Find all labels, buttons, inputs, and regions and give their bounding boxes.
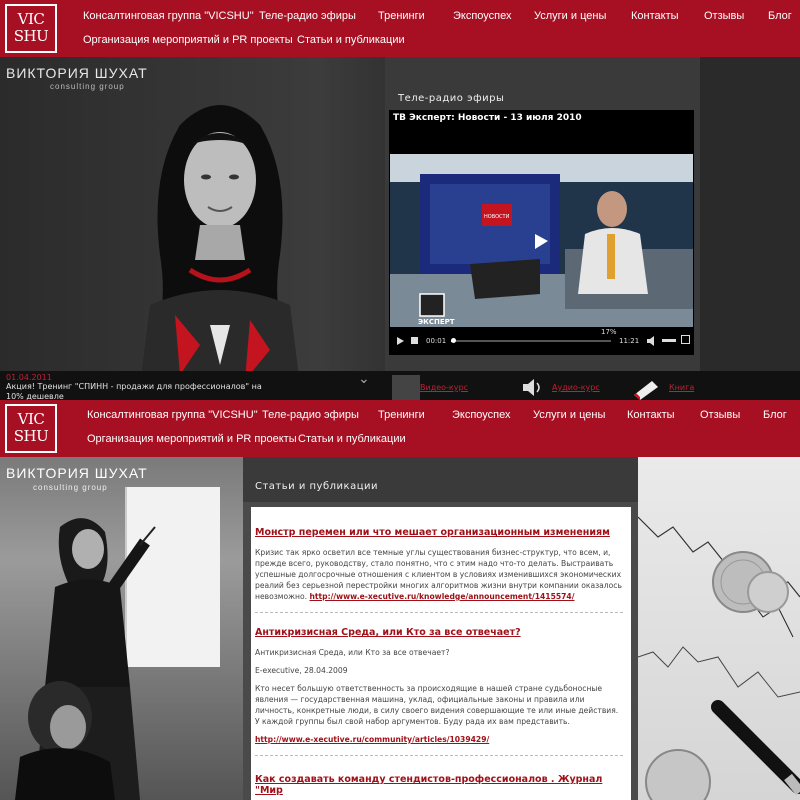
volume-icon[interactable] (647, 336, 657, 346)
article-text: Антикризисная Среда, или Кто за все отве… (255, 648, 450, 657)
hero-section: ВИКТОРИЯ ШУХАТ consulting group Теле-рад… (0, 57, 800, 400)
articles-list: Монстр перемен или что мешает организаци… (251, 507, 631, 800)
stop-icon[interactable] (411, 337, 418, 344)
article-source: E-executive, 28.04.2009 (255, 666, 348, 675)
menu-item-trainings[interactable]: Тренинги (378, 10, 425, 22)
menu-item-expo[interactable]: Экспоуспех (453, 10, 512, 22)
content-header (243, 457, 638, 502)
article-item: Антикризисная Среда, или Кто за все отве… (255, 627, 623, 756)
menu-item-blog[interactable]: Блог (763, 409, 787, 421)
bottom-nav-bar: VIC SHU Консалтинговая группа "VICSHU" Т… (0, 400, 800, 457)
news-screen-label: НОВОСТИ (484, 214, 510, 220)
logo-line-1: VIC (17, 410, 45, 428)
brand-name: ВИКТОРИЯ ШУХАТ (6, 465, 148, 481)
article-divider (255, 755, 623, 756)
menu-item-consulting-group[interactable]: Консалтинговая группа "VICSHU" (83, 10, 254, 22)
brand-subtitle: consulting group (50, 82, 125, 91)
menu-item-contacts[interactable]: Контакты (631, 10, 679, 22)
video-course-icon[interactable] (392, 375, 420, 400)
promo-text[interactable]: Акция! Тренинг "СПИНН - продажи для проф… (6, 382, 276, 400)
fullscreen-icon[interactable] (681, 335, 690, 344)
right-photo (638, 457, 800, 800)
menu-item-trainings[interactable]: Тренинги (378, 409, 425, 421)
progress-track[interactable] (451, 338, 611, 343)
articles-section: ВИКТОРИЯ ШУХАТ consulting group Статьи и… (0, 457, 800, 800)
logo-line-1: VIC (17, 10, 45, 28)
menu-item-articles[interactable]: Статьи и публикации (297, 34, 405, 46)
video-title: ТВ Эксперт: Новости - 13 июля 2010 (393, 113, 582, 123)
promo-date: 01.04.2011 (6, 373, 52, 382)
article-title[interactable]: Антикризисная Среда, или Кто за все отве… (255, 627, 623, 638)
video-player[interactable]: ТВ Эксперт: Новости - 13 июля 2010 НОВОС… (389, 110, 694, 355)
section-title-articles: Статьи и публикации (255, 481, 378, 492)
vicshu-logo[interactable]: VIC SHU (5, 4, 57, 53)
menu-item-events-pr[interactable]: Организация мероприятий и PR проекты (87, 433, 297, 445)
menu-item-blog[interactable]: Блог (768, 10, 792, 22)
menu-item-reviews[interactable]: Отзывы (700, 409, 740, 421)
buffered-percent: 17% (601, 328, 617, 336)
article-title[interactable]: Как создавать команду стендистов-професс… (255, 774, 623, 796)
article-item: Монстр перемен или что мешает организаци… (255, 527, 623, 613)
brand-name: ВИКТОРИЯ ШУХАТ (6, 65, 148, 81)
menu-item-expo[interactable]: Экспоуспех (452, 409, 511, 421)
menu-item-events-pr[interactable]: Организация мероприятий и PR проекты (83, 34, 293, 46)
progress-thumb[interactable] (451, 338, 456, 343)
menu-item-services-prices[interactable]: Услуги и цены (533, 409, 605, 421)
article-text: Кто несет большую ответственность за про… (255, 684, 619, 726)
video-controls: 00:01 17% 11:21 (389, 328, 694, 355)
logo-line-2: SHU (13, 427, 49, 445)
section-title-tv-radio: Теле-радио эфиры (398, 93, 505, 104)
portrait-photo (140, 105, 300, 385)
speaker-icon[interactable] (517, 375, 545, 400)
video-still: НОВОСТИ ЭКСПЕРТ (390, 154, 693, 327)
video-frame[interactable]: НОВОСТИ ЭКСПЕРТ (390, 154, 693, 327)
logo-line-2: SHU (13, 27, 49, 45)
menu-item-articles[interactable]: Статьи и публикации (298, 433, 406, 445)
elapsed-time: 00:01 (426, 337, 447, 345)
play-icon[interactable] (397, 337, 405, 345)
duration-time: 11:21 (619, 337, 640, 345)
menu-item-services-prices[interactable]: Услуги и цены (534, 10, 606, 22)
book-icon[interactable] (632, 375, 660, 400)
link-book[interactable]: Книга (669, 383, 694, 392)
left-photo: ВИКТОРИЯ ШУХАТ consulting group (0, 457, 243, 800)
article-divider (255, 612, 623, 613)
link-video-course[interactable]: Видео-курс (420, 383, 468, 392)
article-item: Как создавать команду стендистов-професс… (255, 774, 623, 796)
volume-slider[interactable] (662, 339, 676, 342)
brand-subtitle: consulting group (33, 483, 108, 492)
menu-item-consulting-group[interactable]: Консалтинговая группа "VICSHU" (87, 409, 258, 421)
finance-photo (638, 516, 800, 800)
chevron-down-icon[interactable]: ⌄ (358, 371, 370, 387)
channel-logo-text: ЭКСПЕРТ (418, 318, 455, 326)
menu-item-tv-radio[interactable]: Теле-радио эфиры (262, 409, 359, 421)
article-link[interactable]: http://www.e-xecutive.ru/knowledge/annou… (309, 592, 574, 601)
presenter-photo (15, 518, 156, 800)
right-decor-strip (700, 57, 800, 372)
menu-item-tv-radio[interactable]: Теле-радио эфиры (259, 10, 356, 22)
menu-item-reviews[interactable]: Отзывы (704, 10, 744, 22)
article-title[interactable]: Монстр перемен или что мешает организаци… (255, 527, 623, 538)
content-panel: Статьи и публикации Монстр перемен или ч… (243, 457, 638, 800)
composite-screenshot: VIC SHU Консалтинговая группа "VICSHU" Т… (0, 0, 800, 800)
article-text: Кризис так ярко осветил все темные углы … (255, 548, 622, 601)
article-link[interactable]: http://www.e-xecutive.ru/community/artic… (255, 735, 489, 744)
link-audio-course[interactable]: Аудио-курс (552, 383, 600, 392)
vicshu-logo-2[interactable]: VIC SHU (5, 404, 57, 453)
menu-item-contacts[interactable]: Контакты (627, 409, 675, 421)
top-nav-bar: VIC SHU Консалтинговая группа "VICSHU" Т… (0, 0, 800, 57)
